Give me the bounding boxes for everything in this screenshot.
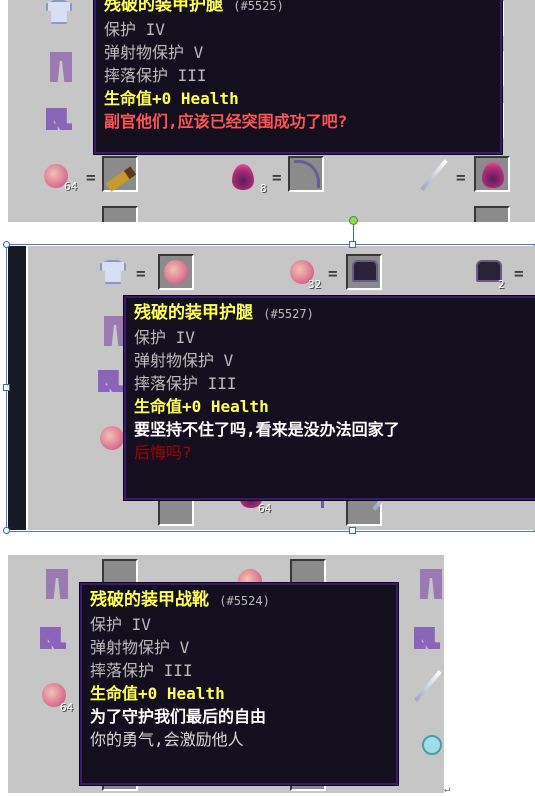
enchant-orb-icon [164,260,188,284]
enchant-line: 弹射物保护 V [90,638,190,657]
chestplate-icon [46,0,72,24]
tooltip-title: 残破的装甲战靴 [90,590,209,610]
leggings-icon [104,316,126,346]
health-line: 生命值+0 Health [90,684,225,703]
enchant-line: 弹射物保护 V [104,43,204,62]
boots-icon [46,108,72,130]
item-id: (#5524) [219,594,270,608]
dark-edge-bar [8,246,26,530]
stack-count: 64 [258,502,272,515]
enchant-line: 弹射物保护 V [134,351,234,370]
stack-count: 8 [260,182,267,195]
resize-handle[interactable] [3,384,10,391]
lore-line: 要坚持不住了吗,看来是没办法回家了 [134,420,400,439]
lore-line: 你的勇气,会激励他人 [90,730,244,749]
leggings-icon [46,569,68,599]
stack-count: 64 [64,180,78,193]
resize-handle[interactable] [349,527,356,534]
chestplate-icon [100,260,126,284]
enchant-line: 摔落保护 III [134,374,237,393]
boots-icon [414,627,440,649]
item-id: (#5525) [233,0,284,13]
boots-icon [40,627,66,649]
equals-sign: = [456,168,466,187]
lore-line: 副官他们,应该已经突围成功了吧? [104,112,348,131]
tooltip-title: 残破的装甲护腿 [134,303,253,323]
enchant-line: 保护 IV [90,615,151,634]
equals-sign: = [272,168,282,187]
lore-line: 为了守护我们最后的自由 [90,707,267,726]
dark-flame-icon [232,164,254,190]
dark-flame-icon [482,162,504,188]
equals-sign: = [514,264,524,283]
helmet-icon [352,260,378,282]
inventory-slot[interactable] [102,206,138,222]
item-id: (#5527) [263,307,314,321]
stack-count: 2 [498,278,505,291]
gem-icon [422,735,442,755]
enchant-line: 保护 IV [104,20,165,39]
item-tooltip: 残破的装甲战靴 (#5524) 保护 IV 弹射物保护 V 摔落保护 III 生… [79,582,399,786]
tooltip-title: 残破的装甲护腿 [104,0,223,15]
lore-line: 后悔吗? [134,443,192,462]
inventory-slot[interactable] [474,206,510,222]
resize-handle[interactable] [3,241,10,248]
paragraph-mark-icon: ↵ [444,784,451,795]
screenshot-panel-2: = 32 = 2 = 64 残破的装甲护腿 (#5527) 保护 IV 弹射物保… [28,246,535,530]
item-tooltip: 残破的装甲护腿 (#5525) 保护 IV 弹射物保护 V 摔落保护 III 生… [93,0,503,155]
resize-handle[interactable] [3,527,10,534]
equals-sign: = [328,264,338,283]
enchant-line: 摔落保护 III [104,66,207,85]
boots-icon [98,370,124,392]
sword-icon [420,159,448,191]
resize-handle[interactable] [349,241,356,248]
health-line: 生命值+0 Health [104,89,239,108]
equals-sign: = [136,264,146,283]
enchant-orb-icon [100,426,124,450]
enchant-line: 保护 IV [134,328,195,347]
rotation-handle[interactable] [349,216,358,225]
screenshot-panel-1: 64 = 8 = = 残破的装甲护腿 (#5525) 保护 IV 弹射物保护 V… [8,0,535,222]
health-line: 生命值+0 Health [134,397,269,416]
leggings-icon [50,52,72,82]
item-tooltip: 残破的装甲护腿 (#5527) 保护 IV 弹射物保护 V 摔落保护 III 生… [123,295,535,501]
equals-sign: = [86,168,96,187]
stack-count: 32 [308,278,322,291]
leggings-icon [420,569,442,599]
screenshot-panel-3: 64 残破的装甲战靴 (#5524) 保护 IV 弹射物保护 V 摔落保护 II… [8,555,444,793]
enchant-line: 摔落保护 III [90,661,193,680]
sword-icon [414,670,442,702]
stack-count: 64 [60,701,74,714]
